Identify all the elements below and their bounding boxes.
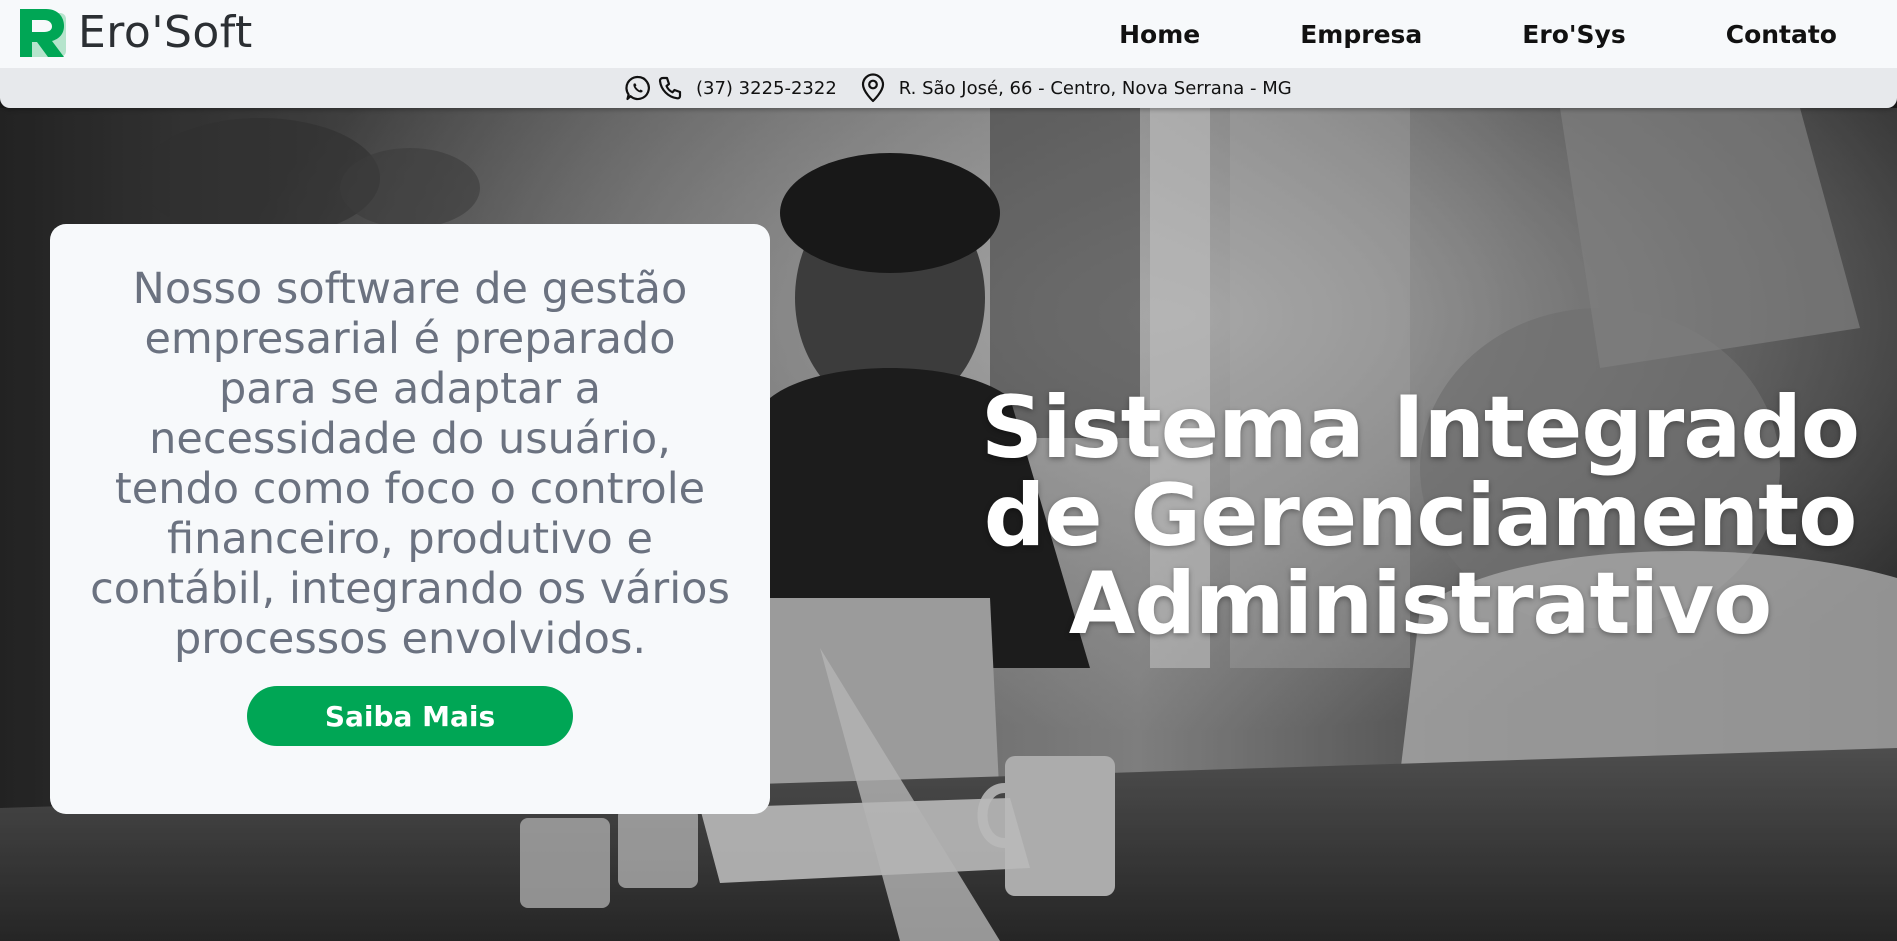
phone-number[interactable]: (37) 3225-2322 [696, 78, 837, 99]
info-card-text: Nosso software de gestão empresarial é p… [90, 264, 730, 664]
phone-icon[interactable] [656, 74, 684, 102]
contact-bar: (37) 3225-2322 R. São José, 66 - Centro,… [0, 68, 1897, 108]
address-text: R. São José, 66 - Centro, Nova Serrana -… [898, 77, 1292, 99]
whatsapp-icon[interactable] [624, 74, 652, 102]
nav-erosys-link[interactable]: Ero'Sys [1522, 20, 1625, 49]
brand[interactable]: Ero'Soft [16, 6, 253, 60]
main-nav: Home Empresa Ero'Sys Contato [1019, 0, 1837, 68]
nav-contato-link[interactable]: Contato [1726, 20, 1837, 49]
contact-info: (37) 3225-2322 R. São José, 66 - Centro,… [624, 68, 1292, 108]
brand-name: Ero'Soft [78, 7, 253, 58]
erosoft-logo-icon [20, 9, 66, 57]
nav-empresa-link[interactable]: Empresa [1300, 20, 1422, 49]
info-card: Nosso software de gestão empresarial é p… [50, 224, 770, 814]
saiba-mais-button[interactable]: Saiba Mais [247, 686, 573, 746]
top-navbar: Ero'Soft Home Empresa Ero'Sys Contato [0, 0, 1897, 68]
nav-home-link[interactable]: Home [1119, 20, 1200, 49]
hero-title: Sistema Integrado de Gerenciamento Admin… [981, 378, 1860, 654]
location-pin-icon [861, 73, 884, 103]
hero-section: Nosso software de gestão empresarial é p… [0, 108, 1897, 941]
